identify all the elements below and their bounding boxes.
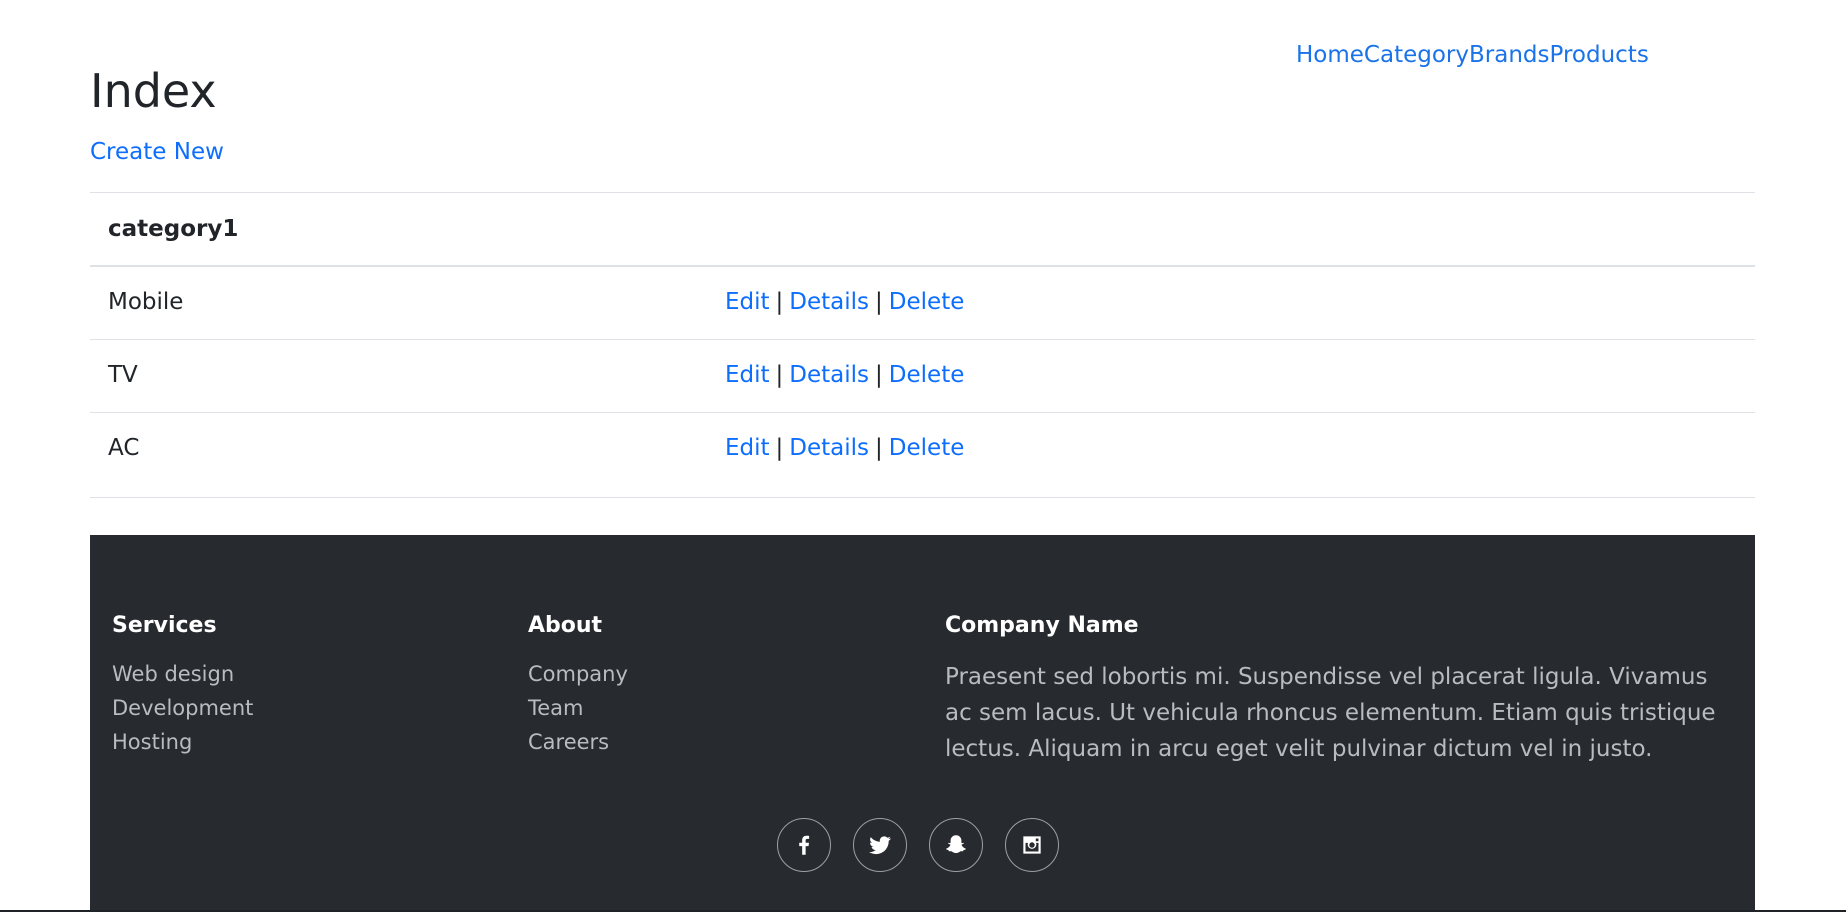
separator: |	[775, 435, 784, 461]
top-nav: HomeCategoryBrandsProducts	[1296, 40, 1649, 70]
footer-link-company[interactable]: Company	[528, 662, 628, 686]
table-row: AC Edit | Details | Delete	[90, 412, 1755, 498]
footer-company-heading: Company Name	[945, 613, 1139, 638]
footer-about-heading: About	[528, 613, 603, 638]
table-row: TV Edit | Details | Delete	[90, 339, 1755, 412]
snapchat-link[interactable]	[929, 818, 983, 872]
footer-services-column: Services Web design Development Hosting	[112, 611, 253, 759]
footer-link-web-design[interactable]: Web design	[112, 662, 234, 686]
details-link[interactable]: Details	[789, 362, 869, 388]
footer-about-list: Company Team Careers	[528, 657, 628, 759]
category-name: TV	[108, 362, 138, 388]
delete-link[interactable]: Delete	[889, 435, 965, 461]
facebook-icon	[799, 835, 810, 855]
edit-link[interactable]: Edit	[725, 362, 770, 388]
list-item: Development	[112, 691, 253, 725]
category-table: category1 Mobile Edit | Details | Delete TV …	[90, 192, 1755, 498]
list-item: Careers	[528, 725, 628, 759]
nav-brands-link[interactable]: Brands	[1469, 42, 1550, 68]
list-item: Team	[528, 691, 628, 725]
details-link[interactable]: Details	[789, 289, 869, 315]
footer-services-heading: Services	[112, 613, 217, 638]
row-actions: Edit | Details | Delete	[725, 287, 964, 317]
separator: |	[775, 362, 784, 388]
table-header-row: category1	[90, 192, 1755, 266]
page-title: Index	[90, 64, 217, 118]
create-new-link[interactable]: Create New	[90, 137, 224, 167]
twitter-link[interactable]	[853, 818, 907, 872]
footer-link-development[interactable]: Development	[112, 696, 253, 720]
row-actions: Edit | Details | Delete	[725, 433, 964, 463]
instagram-link[interactable]	[1005, 818, 1059, 872]
separator: |	[875, 362, 883, 388]
table-row: Mobile Edit | Details | Delete	[90, 266, 1755, 339]
footer-services-list: Web design Development Hosting	[112, 657, 253, 759]
separator: |	[875, 435, 883, 461]
list-item: Web design	[112, 657, 253, 691]
footer-link-careers[interactable]: Careers	[528, 730, 609, 754]
footer-about-column: About Company Team Careers	[528, 611, 628, 759]
list-item: Hosting	[112, 725, 253, 759]
delete-link[interactable]: Delete	[889, 362, 965, 388]
separator: |	[875, 289, 883, 315]
site-footer: Services Web design Development Hosting …	[90, 535, 1755, 912]
category-name: AC	[108, 435, 140, 461]
nav-category-link[interactable]: Category	[1364, 42, 1469, 68]
nav-products-link[interactable]: Products	[1549, 42, 1648, 68]
footer-link-hosting[interactable]: Hosting	[112, 730, 192, 754]
social-links	[777, 818, 1059, 872]
footer-company-column: Company Name Praesent sed lobortis mi. S…	[945, 611, 1735, 767]
instagram-icon	[1023, 836, 1041, 854]
edit-link[interactable]: Edit	[725, 289, 770, 315]
separator: |	[775, 289, 784, 315]
column-header-category1: category1	[108, 216, 239, 242]
footer-company-description: Praesent sed lobortis mi. Suspendisse ve…	[945, 664, 1716, 762]
edit-link[interactable]: Edit	[725, 435, 770, 461]
nav-home-link[interactable]: Home	[1296, 42, 1364, 68]
delete-link[interactable]: Delete	[889, 289, 965, 315]
snapchat-icon	[946, 835, 966, 854]
category-name: Mobile	[108, 289, 184, 315]
twitter-icon	[869, 836, 891, 855]
row-actions: Edit | Details | Delete	[725, 360, 964, 390]
facebook-link[interactable]	[777, 818, 831, 872]
footer-link-team[interactable]: Team	[528, 696, 584, 720]
details-link[interactable]: Details	[789, 435, 869, 461]
list-item: Company	[528, 657, 628, 691]
